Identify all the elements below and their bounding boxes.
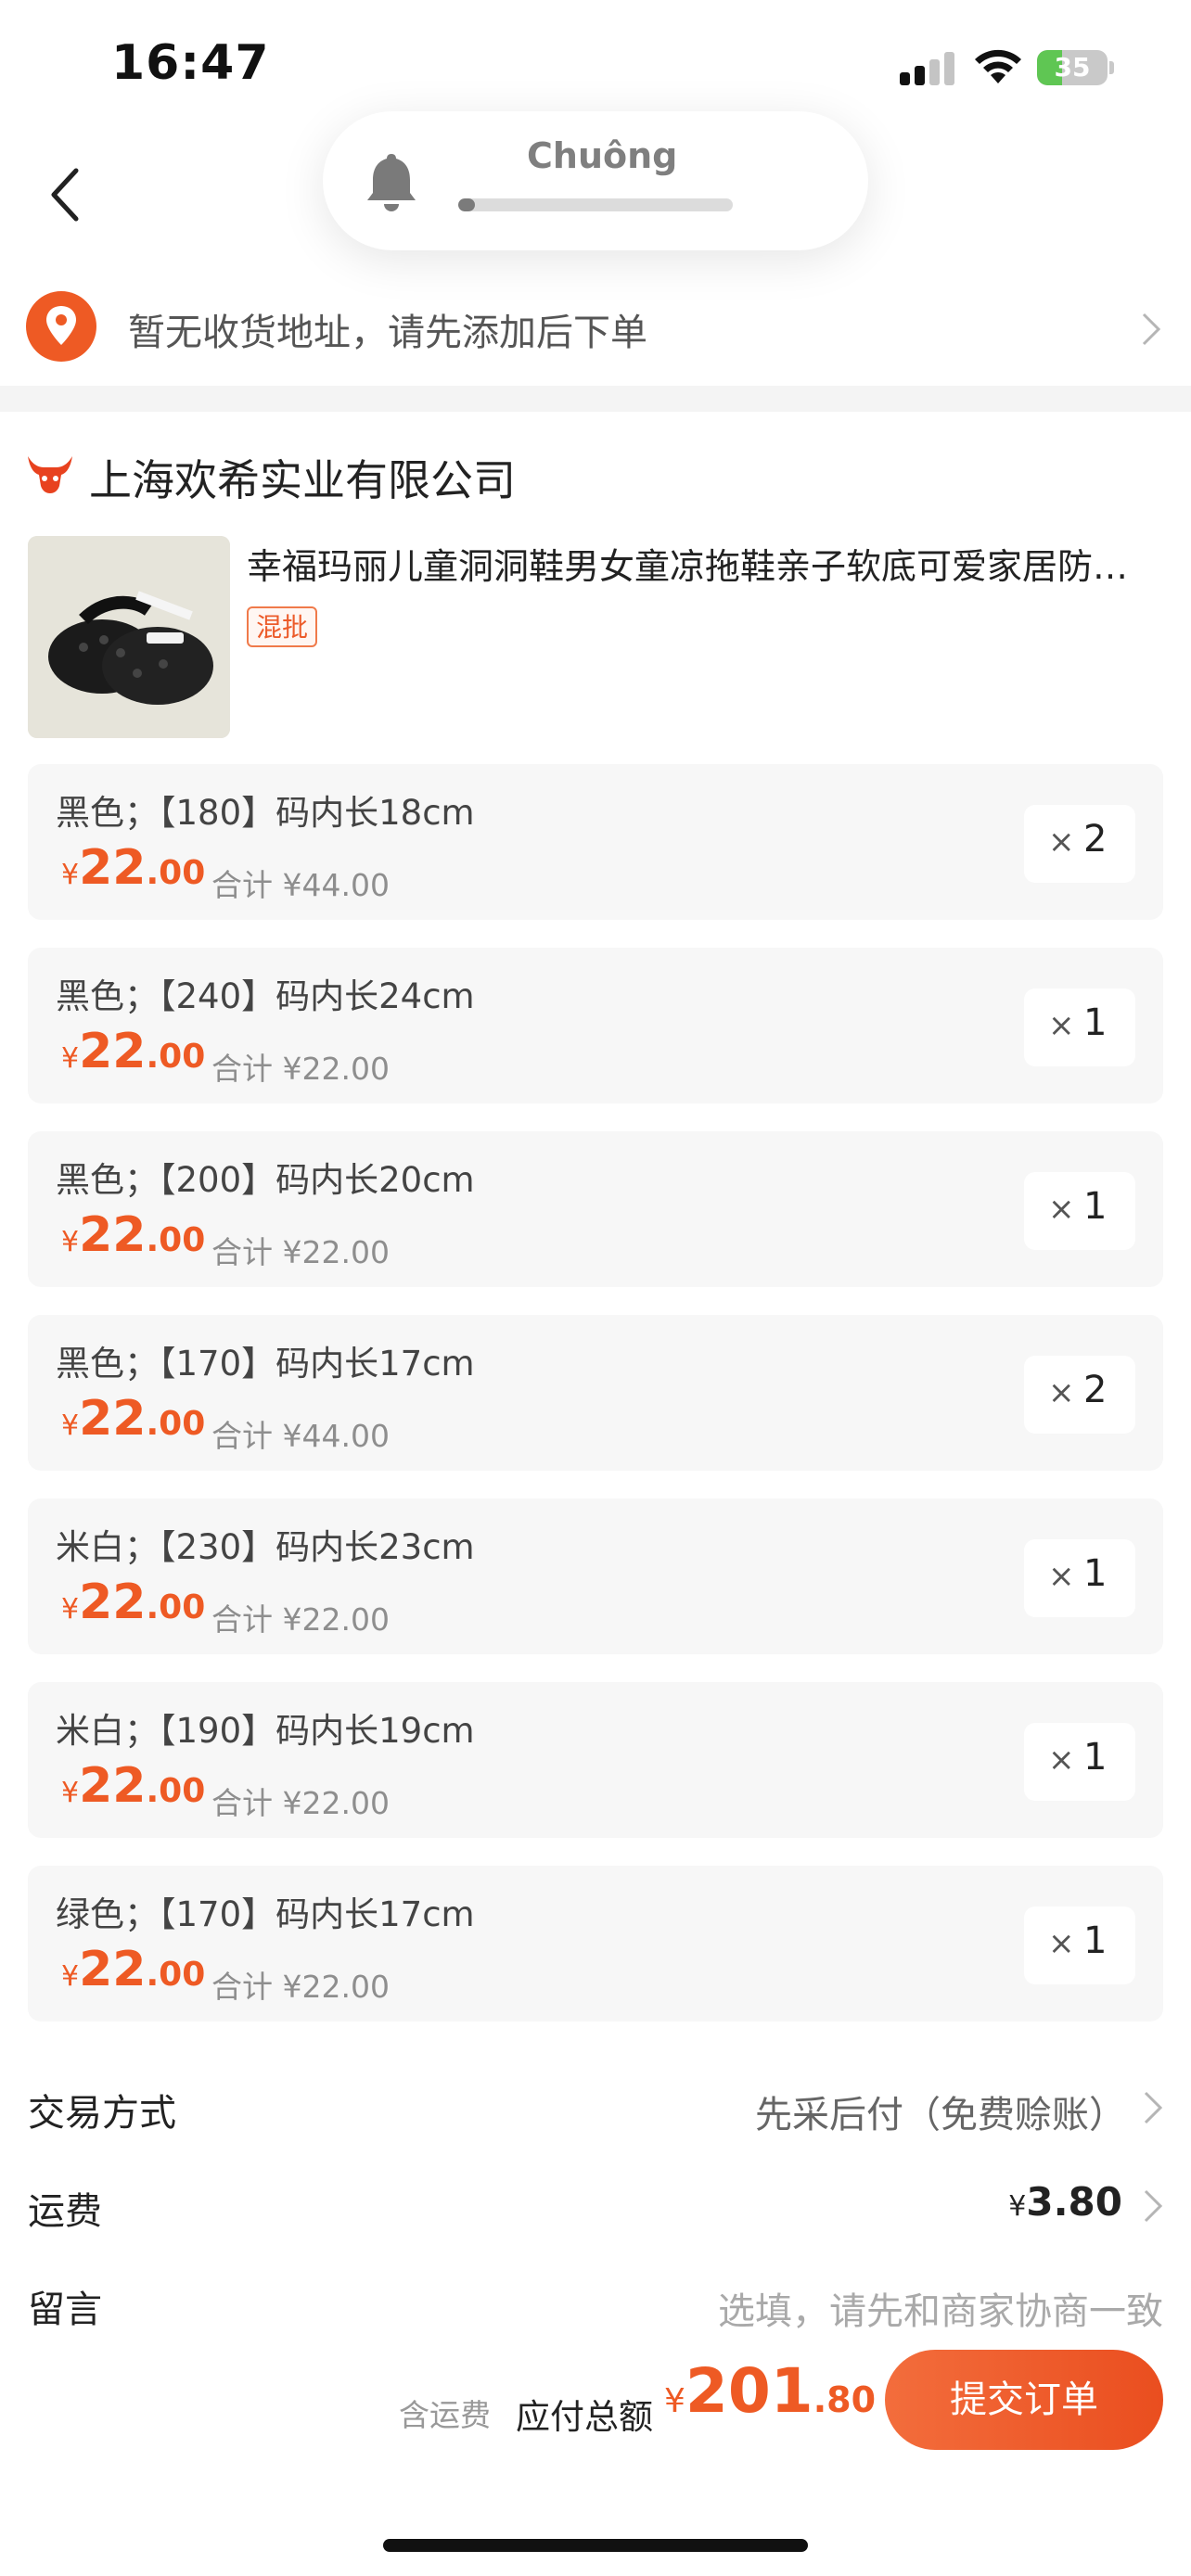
quantity-stepper[interactable]: × 1 bbox=[1024, 988, 1135, 1066]
battery-icon: 35 bbox=[1037, 50, 1114, 85]
variant-list: 黑色；【180】码内长18cm ¥22.00 合计 ¥44.00 × 2 黑色；【240】… bbox=[28, 764, 1163, 2049]
battery-percent: 35 bbox=[1054, 52, 1091, 83]
variant-row: 黑色；【180】码内长18cm ¥22.00 合计 ¥44.00 × 2 bbox=[28, 764, 1163, 920]
variant-row: 米白；【230】码内长23cm ¥22.00 合计 ¥22.00 × 1 bbox=[28, 1498, 1163, 1654]
variant-spec: 黑色；【240】码内长24cm bbox=[56, 976, 475, 1016]
shipping-included-note: 含运费 bbox=[399, 2397, 491, 2433]
variant-row: 黑色；【170】码内长17cm ¥22.00 合计 ¥44.00 × 2 bbox=[28, 1315, 1163, 1471]
multiply-icon: × bbox=[1048, 1191, 1075, 1228]
address-selector[interactable]: 暂无收货地址，请先添加后下单 bbox=[0, 278, 1191, 380]
bell-icon bbox=[367, 154, 416, 211]
quantity-stepper[interactable]: × 2 bbox=[1024, 1356, 1135, 1434]
submit-order-button[interactable]: 提交订单 bbox=[885, 2350, 1163, 2450]
status-time: 16:47 bbox=[111, 35, 270, 91]
freight-row[interactable]: 运费 ¥3.80 bbox=[0, 2162, 1191, 2246]
variant-unit-price: ¥22.00 bbox=[61, 1575, 206, 1630]
message-row: 留言 选填，请先和商家协商一致 bbox=[0, 2261, 1191, 2344]
variant-spec: 黑色；【180】码内长18cm bbox=[56, 793, 475, 833]
quantity-value: 2 bbox=[1083, 1369, 1108, 1411]
volume-level-bar bbox=[458, 198, 733, 211]
cellular-signal-icon bbox=[900, 52, 955, 85]
message-label: 留言 bbox=[28, 2289, 102, 2331]
wholesale-tag: 混批 bbox=[247, 606, 318, 647]
variant-unit-price: ¥22.00 bbox=[61, 1942, 206, 1997]
variant-row: 米白；【190】码内长19cm ¥22.00 合计 ¥22.00 × 1 bbox=[28, 1682, 1163, 1838]
quantity-stepper[interactable]: × 1 bbox=[1024, 1539, 1135, 1617]
variant-spec: 绿色；【170】码内长17cm bbox=[56, 1894, 475, 1934]
quantity-stepper[interactable]: × 1 bbox=[1024, 1172, 1135, 1250]
product-thumbnail[interactable] bbox=[28, 536, 230, 738]
freight-value: ¥3.80 bbox=[1008, 2179, 1122, 2225]
multiply-icon: × bbox=[1048, 1741, 1075, 1779]
variant-subtotal: 合计 ¥22.00 bbox=[211, 1785, 390, 1821]
chevron-right-icon bbox=[1144, 2091, 1163, 2124]
variant-subtotal: 合计 ¥22.00 bbox=[211, 1051, 390, 1087]
back-arrow-icon[interactable] bbox=[41, 163, 93, 226]
variant-unit-price: ¥22.00 bbox=[61, 1391, 206, 1447]
chevron-right-icon bbox=[1142, 312, 1161, 346]
volume-notification: Chuông bbox=[323, 111, 868, 250]
multiply-icon: × bbox=[1048, 1374, 1075, 1411]
notification-label: Chuông bbox=[527, 135, 678, 176]
quantity-value: 1 bbox=[1083, 1736, 1108, 1779]
variant-row: 绿色；【170】码内长17cm ¥22.00 合计 ¥22.00 × 1 bbox=[28, 1866, 1163, 2021]
quantity-value: 1 bbox=[1083, 1185, 1108, 1228]
variant-unit-price: ¥22.00 bbox=[61, 840, 206, 896]
variant-row: 黑色；【200】码内长20cm ¥22.00 合计 ¥22.00 × 1 bbox=[28, 1131, 1163, 1287]
message-input[interactable]: 选填，请先和商家协商一致 bbox=[718, 2281, 1163, 2335]
multiply-icon: × bbox=[1048, 1925, 1075, 1962]
multiply-icon: × bbox=[1048, 1007, 1075, 1044]
bull-logo-icon bbox=[28, 456, 72, 493]
quantity-value: 1 bbox=[1083, 1001, 1108, 1044]
total-label: 应付总额 bbox=[516, 2397, 653, 2437]
section-divider bbox=[0, 386, 1191, 412]
quantity-value: 2 bbox=[1083, 818, 1108, 861]
quantity-value: 1 bbox=[1083, 1919, 1108, 1962]
quantity-value: 1 bbox=[1083, 1552, 1108, 1595]
payment-method-value: 先采后付（免费赊账） bbox=[755, 2094, 1126, 2136]
multiply-icon: × bbox=[1048, 823, 1075, 861]
variant-unit-price: ¥22.00 bbox=[61, 1758, 206, 1814]
wifi-icon bbox=[975, 49, 1021, 83]
quantity-stepper[interactable]: × 1 bbox=[1024, 1906, 1135, 1984]
multiply-icon: × bbox=[1048, 1558, 1075, 1595]
variant-subtotal: 合计 ¥22.00 bbox=[211, 1234, 390, 1270]
variant-spec: 黑色；【170】码内长17cm bbox=[56, 1344, 475, 1384]
payment-method-label: 交易方式 bbox=[28, 2092, 176, 2135]
chevron-right-icon bbox=[1144, 2189, 1163, 2223]
quantity-stepper[interactable]: × 2 bbox=[1024, 805, 1135, 883]
seller-name: 上海欢希实业有限公司 bbox=[89, 455, 516, 505]
variant-spec: 米白；【190】码内长19cm bbox=[56, 1711, 475, 1751]
variant-unit-price: ¥22.00 bbox=[61, 1207, 206, 1263]
quantity-stepper[interactable]: × 1 bbox=[1024, 1723, 1135, 1801]
home-indicator[interactable] bbox=[383, 2539, 808, 2552]
order-footer: 含运费 应付总额 ¥201.80 提交订单 bbox=[0, 2337, 1191, 2467]
variant-row: 黑色；【240】码内长24cm ¥22.00 合计 ¥22.00 × 1 bbox=[28, 948, 1163, 1103]
payment-method-row[interactable]: 交易方式 先采后付（免费赊账） bbox=[0, 2064, 1191, 2148]
seller-header[interactable]: 上海欢希实业有限公司 bbox=[0, 440, 1191, 514]
variant-spec: 黑色；【200】码内长20cm bbox=[56, 1160, 475, 1200]
shoe-image bbox=[28, 536, 230, 738]
address-prompt: 暂无收货地址，请先添加后下单 bbox=[128, 312, 647, 354]
variant-spec: 米白；【230】码内长23cm bbox=[56, 1527, 475, 1567]
variant-subtotal: 合计 ¥22.00 bbox=[211, 1969, 390, 2005]
location-pin-icon bbox=[26, 291, 96, 362]
total-amount: ¥201.80 bbox=[664, 2355, 877, 2427]
freight-label: 运费 bbox=[28, 2190, 102, 2233]
variant-subtotal: 合计 ¥44.00 bbox=[211, 1418, 390, 1454]
variant-unit-price: ¥22.00 bbox=[61, 1024, 206, 1079]
variant-subtotal: 合计 ¥22.00 bbox=[211, 1601, 390, 1638]
product-title[interactable]: 幸福玛丽儿童洞洞鞋男女童凉拖鞋亲子软底可爱家居防滑拖鞋 bbox=[247, 538, 1161, 589]
variant-subtotal: 合计 ¥44.00 bbox=[211, 867, 390, 903]
